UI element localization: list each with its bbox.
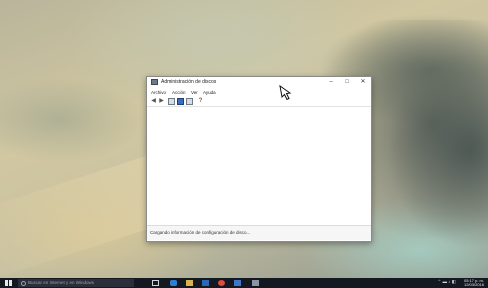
menu-item-archivo[interactable]: Archivo (151, 90, 166, 95)
list-view-icon[interactable] (186, 98, 193, 105)
toolbar: ◀ ▶ ? (147, 97, 371, 107)
minimize-button[interactable]: – (323, 77, 339, 88)
search-box[interactable]: Buscar en Internet y en Windows (18, 279, 134, 287)
visual-studio-icon[interactable] (234, 280, 241, 286)
back-arrow-icon[interactable]: ◀ (150, 98, 157, 105)
file-explorer-icon[interactable] (186, 280, 193, 286)
menu-item-accion[interactable]: Acción (172, 90, 186, 95)
status-bar: Cargando información de configuración de… (147, 225, 371, 240)
system-tray-icons[interactable]: ⌃ ▬ ♪ ◧ (437, 279, 456, 285)
disk-management-window[interactable]: Administración de discos – □ ✕ Archivo A… (146, 76, 372, 242)
task-view-icon[interactable] (152, 280, 159, 286)
disk-list-area[interactable] (149, 108, 369, 224)
search-icon (21, 281, 26, 286)
store-icon[interactable] (202, 280, 209, 286)
disk-management-icon (151, 79, 158, 85)
close-button[interactable]: ✕ (355, 77, 371, 88)
edge-browser-icon[interactable] (170, 280, 177, 286)
title-bar[interactable]: Administración de discos – □ ✕ (147, 77, 371, 88)
menu-item-ver[interactable]: Ver (191, 90, 198, 95)
help-icon[interactable]: ? (197, 98, 204, 105)
forward-arrow-icon[interactable]: ▶ (158, 98, 165, 105)
disk-management-taskbar-icon[interactable] (252, 280, 259, 286)
search-placeholder: Buscar en Internet y en Windows (28, 280, 95, 285)
mouse-cursor-icon (279, 85, 292, 101)
clock-date: 12/03/2016 (463, 282, 484, 287)
start-button[interactable] (5, 280, 12, 286)
menu-item-ayuda[interactable]: Ayuda (203, 90, 216, 95)
window-title: Administración de discos (161, 79, 217, 85)
status-text: Cargando información de configuración de… (150, 230, 251, 235)
chrome-icon[interactable] (218, 280, 225, 286)
maximize-button[interactable]: □ (339, 77, 355, 88)
menu-bar: Archivo Acción Ver Ayuda (147, 89, 371, 97)
properties-icon[interactable] (177, 98, 184, 105)
clock[interactable]: 05:17 p. m. 12/03/2016 (464, 279, 484, 287)
taskbar: Buscar en Internet y en Windows ⌃ ▬ ♪ ◧ … (0, 278, 488, 288)
show-hide-console-tree-icon[interactable] (168, 98, 175, 105)
